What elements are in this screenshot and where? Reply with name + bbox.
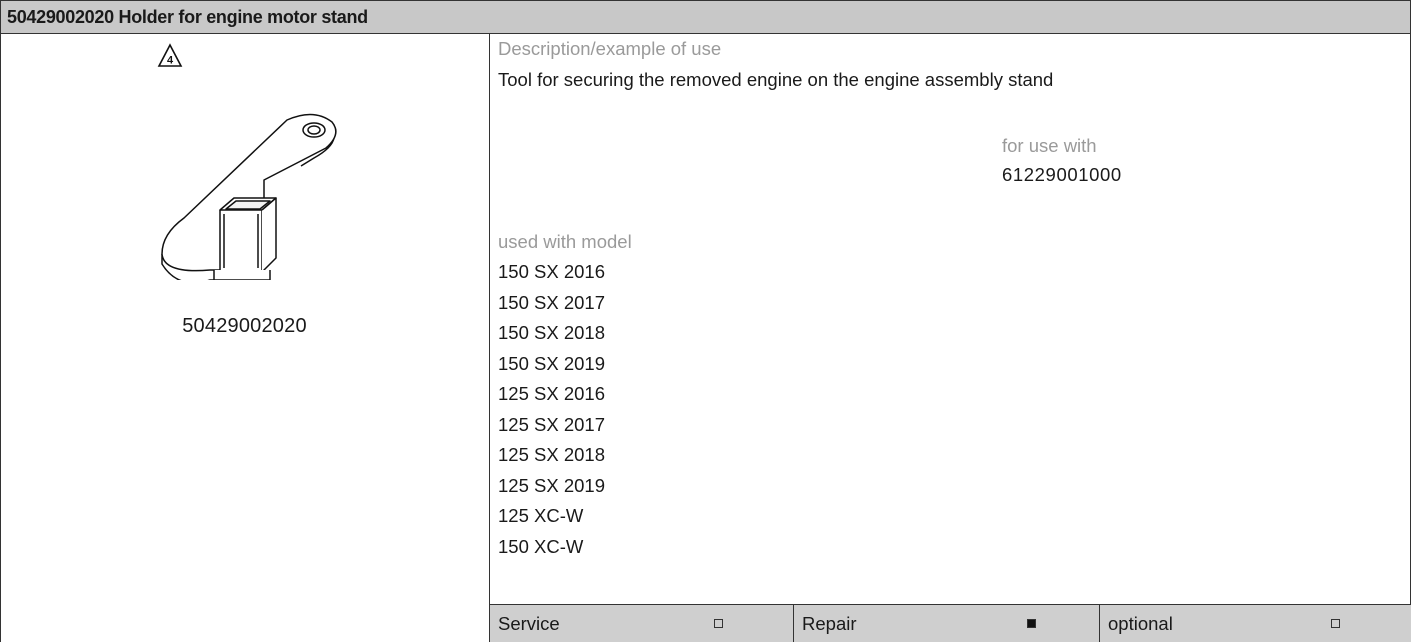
repair-cell: Repair	[793, 605, 1099, 642]
list-item: 150 SX 2017	[498, 291, 605, 313]
repair-checkbox-icon	[1027, 619, 1036, 628]
list-item: 125 SX 2017	[498, 413, 605, 435]
optional-label: optional	[1108, 613, 1173, 634]
part-number-caption: 50429002020	[182, 315, 307, 337]
list-item: 150 XC-W	[498, 535, 584, 557]
tool-title: 50429002020 Holder for engine motor stan…	[0, 0, 1411, 34]
service-label: Service	[498, 613, 560, 634]
repair-label: Repair	[802, 613, 857, 634]
list-item: 125 XC-W	[498, 505, 584, 526]
description-label: Description/example of use	[498, 38, 722, 59]
tool-details-panel: Description/example of use Tool for secu…	[490, 34, 1411, 642]
tool-image-panel: 4 50429002020	[0, 34, 489, 642]
warning-number: 4	[167, 55, 174, 67]
list-item: 125 SX 2016	[498, 383, 605, 404]
used-with-model-label: used with model	[498, 231, 632, 252]
optional-cell: optional	[1099, 605, 1410, 642]
usage-footer: Service Repair optional	[489, 604, 1411, 642]
list-item: 125 SX 2019	[498, 474, 605, 496]
for-use-with-value: 61229001000	[1002, 164, 1122, 185]
list-item: 150 SX 2019	[498, 352, 605, 374]
model-list: 150 SX 2016 150 SX 2017 150 SX 2018 150 …	[498, 257, 605, 562]
list-item: 125 SX 2018	[498, 444, 605, 465]
service-checkbox-icon	[714, 619, 723, 628]
holder-tool-drawing-icon	[161, 113, 337, 280]
optional-checkbox-icon	[1331, 619, 1340, 628]
for-use-with-label: for use with	[1002, 135, 1097, 156]
list-item: 150 SX 2018	[498, 322, 605, 343]
list-item: 150 SX 2016	[498, 261, 605, 282]
tool-sheet: 50429002020 Holder for engine motor stan…	[0, 0, 1413, 642]
warning-triangle-icon: 4	[157, 43, 183, 67]
description-text: Tool for securing the removed engine on …	[498, 69, 1054, 90]
service-cell: Service	[490, 605, 793, 642]
